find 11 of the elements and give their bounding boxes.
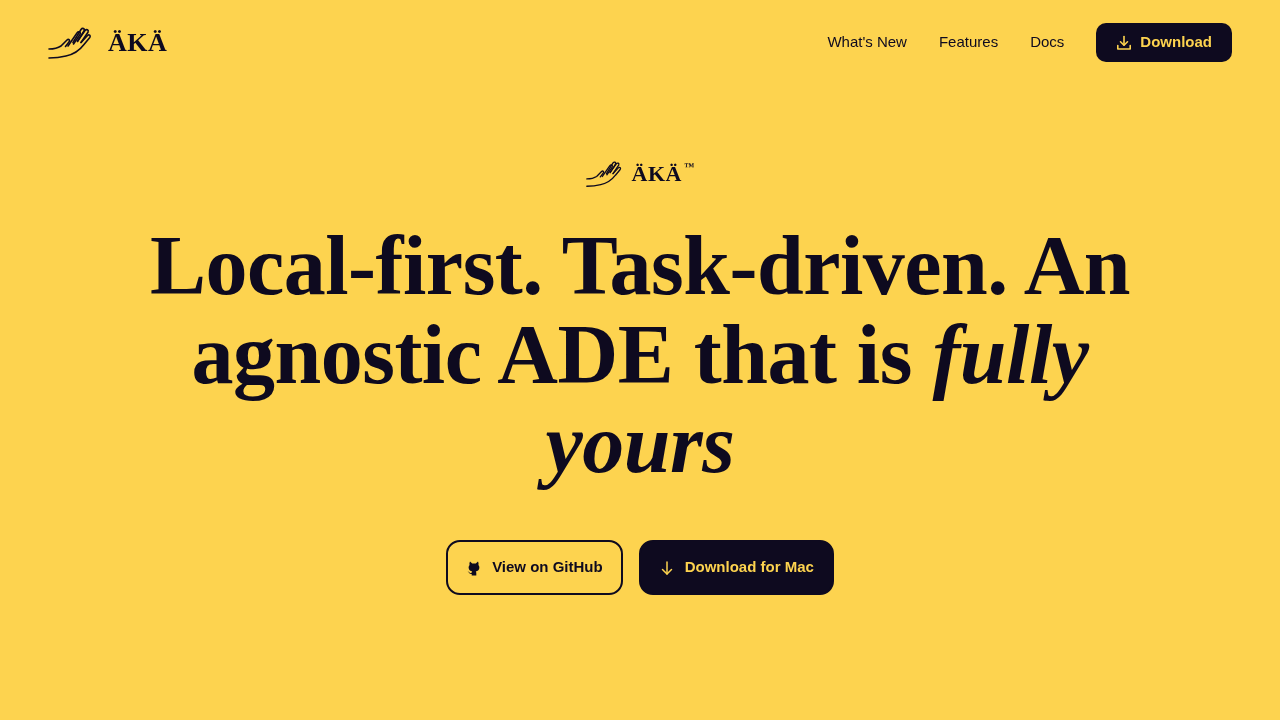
hand-logo-icon (585, 159, 622, 189)
nav-link[interactable]: Features (938, 27, 999, 58)
nav-link[interactable]: Docs (1030, 27, 1065, 58)
hero-headline: Local-first. Task-driven. An agnostic ADE that is fully yours (148, 221, 1132, 488)
download-mac-button[interactable]: Download for Mac (638, 540, 834, 595)
github-button[interactable]: View on GitHub (446, 540, 623, 595)
nav-link[interactable]: What's New (827, 27, 907, 58)
brand-wordmark[interactable]: ÄKÄ (108, 29, 168, 56)
download-icon (1116, 34, 1133, 51)
download-button[interactable]: Download (1096, 23, 1232, 62)
brand-wordmark: ÄKÄ$^{™}$ (631, 163, 695, 185)
